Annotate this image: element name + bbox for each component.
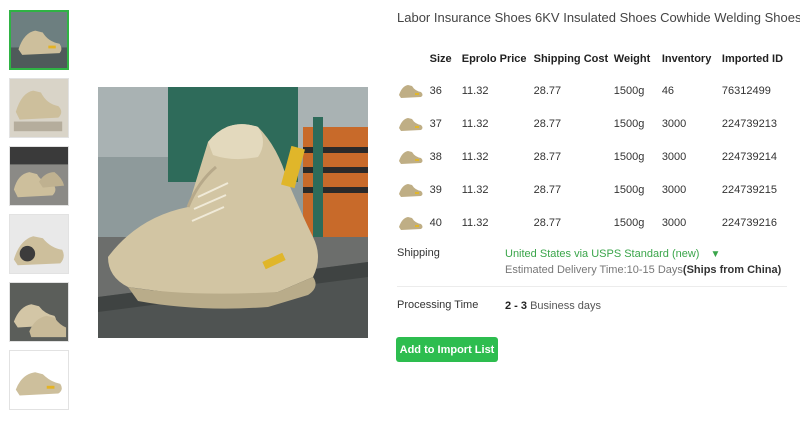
shoe-photo-icon [10,351,68,409]
header-image [397,44,430,74]
cell-price: 11.32 [461,150,489,163]
cell-imported-id: 224739214 [721,150,777,163]
header-inventory: Inventory [661,53,712,65]
variants-table: Size Eprolo Price Shipping Cost Weight I… [397,44,800,239]
table-row: 36 11.32 28.77 1500g 46 76312499 [397,74,800,107]
cell-imported-id: 224739216 [721,216,777,229]
cell-price: 11.32 [461,117,489,130]
shoe-photo-icon [10,283,68,341]
cell-size: 39 [429,183,442,196]
shoe-photo-icon [98,87,368,338]
processing-sep: - [511,300,521,312]
cell-inventory: 3000 [661,183,687,196]
cell-size: 40 [429,216,442,229]
variant-thumbnail[interactable] [397,206,430,239]
header-size: Size [429,53,452,65]
cell-size: 38 [429,150,442,163]
variant-thumbnail[interactable] [397,173,430,206]
shoe-photo-icon [10,147,68,205]
header-imported-id: Imported ID [721,53,784,65]
thumbnail-1[interactable] [9,10,69,70]
cell-shipping-cost: 28.77 [533,117,562,130]
cell-shipping-cost: 28.77 [533,84,562,97]
shoe-icon [399,117,423,131]
cell-inventory: 46 [661,84,675,97]
variant-thumbnail[interactable] [397,107,430,140]
cell-inventory: 3000 [661,150,687,163]
thumbnail-5[interactable] [9,282,69,342]
variant-thumbnail[interactable] [397,74,430,107]
shoe-icon [399,216,423,230]
header-weight: Weight [613,53,651,65]
thumbnail-6[interactable] [9,350,69,410]
shoe-photo-icon [10,215,68,273]
shoe-icon [399,84,423,98]
shipping-method-select[interactable]: United States via USPS Standard (new) ▼ [505,248,720,260]
cell-price: 11.32 [461,84,489,97]
cell-imported-id: 224739213 [721,117,777,130]
delivery-estimate: Estimated Delivery Time:10-15 Days(Ships… [505,264,781,276]
cell-size: 37 [429,117,442,130]
ships-from: (Ships from China) [682,264,782,276]
cell-weight: 1500g [613,150,645,163]
table-header-row: Size Eprolo Price Shipping Cost Weight I… [397,44,800,74]
processing-unit: Business days [527,300,602,312]
table-row: 37 11.32 28.77 1500g 3000 224739213 [397,107,800,140]
cell-weight: 1500g [613,183,645,196]
cell-size: 36 [429,84,442,97]
thumbnail-list [9,10,69,418]
cell-shipping-cost: 28.77 [533,216,562,229]
product-title: Labor Insurance Shoes 6KV Insulated Shoe… [397,10,800,25]
shoe-photo-icon [11,12,67,68]
cell-shipping-cost: 28.77 [533,183,562,196]
shipping-method-text: United States via USPS Standard [505,248,669,260]
header-price: Eprolo Price [461,53,527,65]
cell-imported-id: 76312499 [721,84,771,97]
cell-weight: 1500g [613,216,645,229]
processing-time-label: Processing Time [397,299,479,311]
thumbnail-4[interactable] [9,214,69,274]
main-product-image [98,87,368,338]
cell-weight: 1500g [613,84,645,97]
table-row: 38 11.32 28.77 1500g 3000 224739214 [397,140,800,173]
add-to-import-list-button[interactable]: Add to Import List [396,337,498,362]
thumbnail-2[interactable] [9,78,69,138]
shoe-photo-icon [10,79,68,137]
table-row: 39 11.32 28.77 1500g 3000 224739215 [397,173,800,206]
cell-weight: 1500g [613,117,645,130]
cell-inventory: 3000 [661,117,687,130]
shoe-icon [399,150,423,164]
delivery-days: 10-15 Days [626,264,683,276]
processing-time-value: 2 - 3 Business days [505,300,601,312]
table-row: 40 11.32 28.77 1500g 3000 224739216 [397,206,800,239]
cell-price: 11.32 [461,183,489,196]
dropdown-arrow-icon[interactable]: ▼ [711,249,721,260]
shoe-icon [399,183,423,197]
variant-thumbnail[interactable] [397,140,430,173]
cell-imported-id: 224739215 [721,183,777,196]
thumbnail-3[interactable] [9,146,69,206]
divider [397,286,787,287]
cell-inventory: 3000 [661,216,687,229]
cell-price: 11.32 [461,216,489,229]
delivery-prefix: Estimated Delivery Time: [505,264,627,276]
header-shipping-cost: Shipping Cost [533,53,609,65]
shipping-label: Shipping [397,247,440,259]
shipping-method-tag: (new) [671,248,700,260]
cell-shipping-cost: 28.77 [533,150,562,163]
